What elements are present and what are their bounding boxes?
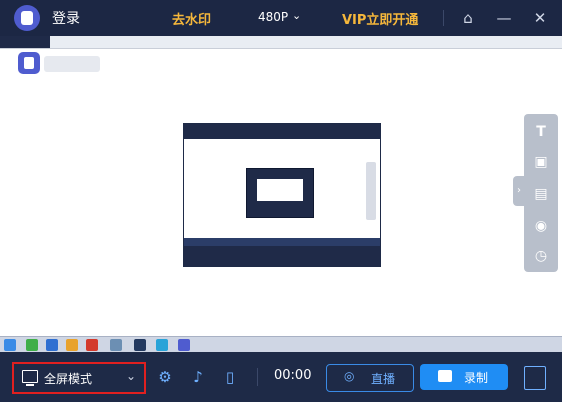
resolution-select[interactable]: 480P xyxy=(258,10,288,24)
bottom-bar: 全屏模式 ⌄ ⚙ ♪ ▯ 00:00 ◎ 直播 录制 xyxy=(0,352,562,402)
preview-logo-face xyxy=(24,57,34,69)
taskbar-app-icon xyxy=(178,339,190,351)
recursive-nested-preview xyxy=(246,168,314,218)
microphone-icon[interactable]: ▯ xyxy=(220,367,240,387)
text-icon[interactable]: T xyxy=(531,122,551,142)
recursive-title-bar xyxy=(184,124,380,139)
monitor-icon xyxy=(22,370,38,383)
bottom-separator xyxy=(257,368,258,386)
title-bar: 登录 去水印 480P ⌄ VIP立即开通 ⌂ — ✕ xyxy=(0,0,562,36)
remove-watermark-button[interactable]: 去水印 xyxy=(172,9,211,28)
timer-icon[interactable]: ◷ xyxy=(531,246,551,266)
logo-face xyxy=(21,11,33,25)
minimize-icon[interactable]: — xyxy=(492,6,516,30)
speaker-icon[interactable]: ♪ xyxy=(188,367,208,387)
preview-taskbar xyxy=(0,336,562,353)
taskbar-clock xyxy=(522,339,556,351)
capture-mode-select[interactable]: 全屏模式 ⌄ xyxy=(12,362,146,394)
taskbar-app-icon xyxy=(46,339,58,351)
start-icon xyxy=(4,339,16,351)
gear-icon[interactable]: ⚙ xyxy=(155,367,175,387)
live-stream-button[interactable]: ◎ 直播 xyxy=(326,364,414,392)
screenshot-icon[interactable]: ▤ xyxy=(531,184,551,204)
preview-top-strip xyxy=(0,36,562,49)
taskbar-app-icon xyxy=(86,339,98,351)
camera-icon[interactable]: ◉ xyxy=(531,216,551,236)
preview-top-window xyxy=(0,36,50,48)
screen-preview xyxy=(0,36,562,353)
taskbar-app-icon xyxy=(26,339,38,351)
recursive-taskbar xyxy=(184,238,380,246)
capture-mode-label: 全屏模式 xyxy=(44,372,93,386)
vip-upgrade-button[interactable]: VIP立即开通 xyxy=(342,9,418,28)
taskbar-app-icon xyxy=(66,339,78,351)
video-camera-icon xyxy=(438,370,452,382)
login-link[interactable]: 登录 xyxy=(52,8,80,28)
recording-timer: 00:00 xyxy=(274,368,312,383)
title-separator xyxy=(443,10,444,26)
image-icon[interactable]: ▣ xyxy=(531,152,551,172)
taskbar-app-icon xyxy=(156,339,168,351)
record-label: 录制 xyxy=(464,371,489,385)
layout-icon[interactable] xyxy=(524,366,546,390)
preview-logo-icon xyxy=(18,52,40,74)
tool-panel: T ▣ ▤ ◉ ◷ xyxy=(524,114,558,272)
record-button[interactable]: 录制 xyxy=(420,364,508,390)
close-icon[interactable]: ✕ xyxy=(528,6,552,30)
monitor-stand xyxy=(26,384,34,386)
taskbar-app-icon xyxy=(110,339,122,351)
home-icon[interactable]: ⌂ xyxy=(456,6,480,30)
recursive-preview-window xyxy=(183,123,381,267)
recursive-bottom-bar xyxy=(184,246,380,266)
recursive-toolbar xyxy=(366,162,376,220)
chevron-down-icon: ⌄ xyxy=(126,369,137,383)
live-icon: ◎ xyxy=(344,369,355,383)
taskbar-app-icon xyxy=(134,339,146,351)
chevron-down-icon[interactable]: ⌄ xyxy=(292,9,301,22)
preview-blurred-title xyxy=(44,56,100,72)
live-stream-label: 直播 xyxy=(371,372,396,386)
app-logo-icon[interactable] xyxy=(14,5,40,31)
